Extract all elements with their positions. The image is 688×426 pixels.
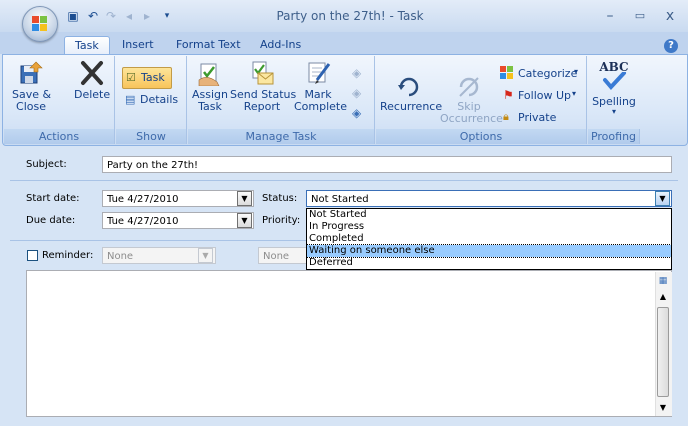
subject-input[interactable]: Party on the 27th! [102, 156, 672, 173]
delete-x-icon [81, 61, 103, 85]
private-button[interactable]: 🔒︎ Private [500, 110, 564, 126]
status-options-list[interactable]: Not Started In Progress Completed Waitin… [306, 208, 672, 270]
mark-complete-icon [308, 62, 331, 84]
due-date-label: Due date: [26, 215, 76, 226]
lock-icon: 🔒︎ [503, 110, 509, 123]
reminder-checkbox[interactable] [27, 250, 38, 261]
status-label: Status: [262, 193, 298, 204]
categorize-button[interactable]: Categorize ▾ [500, 66, 584, 82]
reply-icon[interactable]: ◈ [352, 66, 366, 80]
spelling-dropdown-icon: ▾ [611, 107, 616, 116]
priority-label: Priority: [262, 215, 301, 226]
status-select[interactable]: Not Started [306, 190, 672, 207]
save-close-button[interactable]: Save & Close [12, 60, 51, 113]
task-icon: ☑ [126, 71, 136, 84]
status-option-highlighted[interactable]: Waiting on someone else [306, 244, 672, 258]
status-option[interactable]: In Progress [307, 221, 671, 233]
recurrence-button[interactable]: Recurrence [380, 60, 442, 113]
due-date-dropdown-icon[interactable]: ▼ [237, 213, 252, 228]
tab-format-text[interactable]: Format Text [166, 36, 251, 54]
send-status-report-button[interactable]: Send Status Report [230, 60, 296, 113]
ruler-icon[interactable]: ▦ [657, 276, 669, 288]
delete-button[interactable]: Delete [74, 60, 110, 101]
show-details-button[interactable]: ▤ Details [122, 91, 182, 109]
customize-qat-icon[interactable]: ▾ [160, 9, 174, 23]
close-button[interactable]: x [656, 6, 684, 26]
previous-item-icon[interactable]: ◂ [122, 9, 136, 23]
spelling-button[interactable]: ABC Spelling ▾ [590, 60, 638, 116]
reminder-label: Reminder: [42, 250, 94, 261]
categorize-icon [500, 66, 514, 80]
divider [10, 180, 678, 181]
undo-icon[interactable]: ↶ [86, 9, 100, 23]
status-option[interactable]: Not Started [307, 209, 671, 221]
save-icon[interactable]: ▣ [66, 9, 80, 23]
maximize-button[interactable]: ▭ [626, 6, 654, 26]
reply-all-icon[interactable]: ◈ [352, 86, 366, 100]
forward-icon[interactable]: ◈ [352, 106, 366, 120]
scroll-down-icon[interactable]: ▼ [657, 403, 669, 415]
window-title: Party on the 27th! - Task [276, 9, 424, 23]
mark-complete-button[interactable]: Mark Complete [294, 60, 347, 113]
flag-icon: ⚑ [503, 88, 514, 102]
redo-icon[interactable]: ↷ [104, 9, 118, 23]
status-option[interactable]: Deferred [307, 257, 671, 269]
spelling-check-icon [603, 72, 626, 90]
office-logo-icon [32, 16, 48, 32]
details-icon: ▤ [125, 93, 136, 106]
scrollbar-thumb[interactable] [657, 307, 669, 397]
help-icon[interactable]: ? [664, 39, 678, 53]
save-close-icon [20, 61, 43, 84]
divider [10, 240, 306, 241]
categorize-dropdown-icon: ▾ [574, 67, 579, 76]
start-date-input[interactable]: Tue 4/27/2010 [102, 190, 254, 207]
tab-task[interactable]: Task [64, 36, 110, 55]
tab-insert[interactable]: Insert [112, 36, 164, 54]
task-notes-body[interactable] [26, 270, 672, 417]
due-date-input[interactable]: Tue 4/27/2010 [102, 212, 254, 229]
office-button[interactable] [22, 6, 58, 42]
show-task-button[interactable]: ☑ Task [122, 67, 172, 89]
follow-up-button[interactable]: ⚑ Follow Up ▾ [500, 88, 584, 104]
recurrence-icon [398, 77, 419, 97]
status-dropdown-icon[interactable]: ▼ [655, 191, 670, 206]
scroll-up-icon[interactable]: ▲ [657, 292, 669, 304]
subject-label: Subject: [26, 159, 67, 170]
send-status-report-icon [252, 61, 274, 85]
status-option[interactable]: Completed [307, 233, 671, 245]
minimize-button[interactable]: – [596, 6, 624, 26]
skip-occurrence-icon [459, 77, 479, 97]
assign-task-icon [198, 63, 220, 87]
tab-add-ins[interactable]: Add-Ins [250, 36, 311, 54]
skip-occurrence-button[interactable]: Skip Occurrence [440, 60, 503, 125]
assign-task-button[interactable]: Assign Task [190, 60, 230, 113]
reminder-date-dropdown-icon[interactable]: ▼ [198, 248, 213, 263]
next-item-icon[interactable]: ▸ [140, 9, 154, 23]
follow-up-dropdown-icon: ▾ [572, 89, 577, 98]
start-date-label: Start date: [26, 193, 80, 204]
start-date-dropdown-icon[interactable]: ▼ [237, 191, 252, 206]
